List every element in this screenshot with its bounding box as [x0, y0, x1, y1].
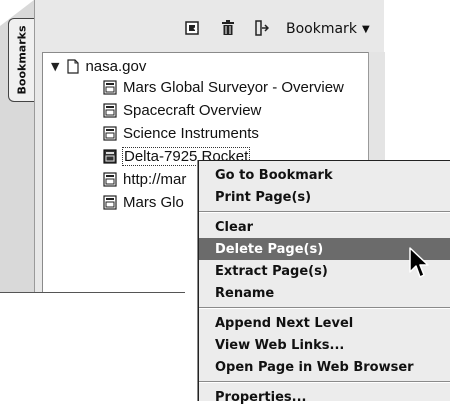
mouse-pointer-icon	[409, 247, 429, 278]
delete-icon[interactable]	[220, 20, 236, 36]
bookmark-page-icon	[103, 195, 117, 210]
bookmark-item-label: Mars Global Surveyor - Overview	[123, 79, 344, 96]
new-bookmark-icon[interactable]	[184, 20, 200, 36]
menu-item-print-pages[interactable]: Print Page(s)	[199, 186, 450, 208]
menu-item-go-to-bookmark[interactable]: Go to Bookmark	[199, 164, 450, 186]
bookmark-item-label: http://mar	[123, 171, 187, 188]
bookmark-page-icon	[103, 126, 117, 141]
menu-item-append-next-level[interactable]: Append Next Level	[199, 312, 450, 334]
expand-toggle-icon[interactable]: ▼	[51, 60, 59, 73]
menu-item-properties[interactable]: Properties...	[199, 386, 450, 408]
menu-separator	[199, 307, 450, 309]
bookmark-item[interactable]: Spacecraft Overview	[103, 100, 261, 121]
bookmark-menu-label: Bookmark	[286, 21, 357, 37]
bookmark-page-icon	[103, 172, 117, 187]
tab-bookmarks[interactable]: Bookmarks	[8, 18, 34, 102]
tree-root-label: nasa.gov	[85, 58, 147, 75]
bookmarks-toolbar: Bookmark ▼	[34, 0, 384, 52]
bookmark-item-label: Mars Glo	[123, 194, 184, 211]
expand-icon[interactable]	[254, 20, 270, 36]
bookmark-item[interactable]: Mars Glo	[103, 192, 184, 213]
bookmark-item[interactable]: http://mar	[103, 169, 186, 190]
menu-item-view-web-links[interactable]: View Web Links...	[199, 334, 450, 356]
bookmark-item-label: Science Instruments	[123, 125, 259, 142]
bookmark-page-icon	[103, 80, 117, 95]
bookmark-item[interactable]: Mars Global Surveyor - Overview	[103, 77, 344, 98]
panel-bottom-border	[0, 292, 185, 293]
menu-separator	[199, 211, 450, 213]
bookmark-menu-button[interactable]: Bookmark ▼	[286, 19, 370, 39]
bookmark-page-icon	[103, 103, 117, 118]
tree-root[interactable]: ▼ nasa.gov	[51, 56, 146, 77]
menu-separator	[199, 381, 450, 383]
menu-item-open-page-in-web-browser[interactable]: Open Page in Web Browser	[199, 356, 450, 378]
menu-item-rename[interactable]: Rename	[199, 282, 450, 304]
page-icon	[67, 59, 80, 74]
menu-item-clear[interactable]: Clear	[199, 216, 450, 238]
chevron-down-icon: ▼	[361, 23, 370, 35]
bookmark-item-label: Spacecraft Overview	[123, 102, 262, 119]
context-menu: Go to Bookmark Print Page(s) Clear Delet…	[198, 160, 450, 405]
tab-bookmarks-label: Bookmarks	[15, 25, 28, 95]
bookmark-page-icon	[103, 149, 117, 164]
panel-tab-strip: Bookmarks	[0, 0, 35, 292]
bookmark-item[interactable]: Science Instruments	[103, 123, 259, 144]
